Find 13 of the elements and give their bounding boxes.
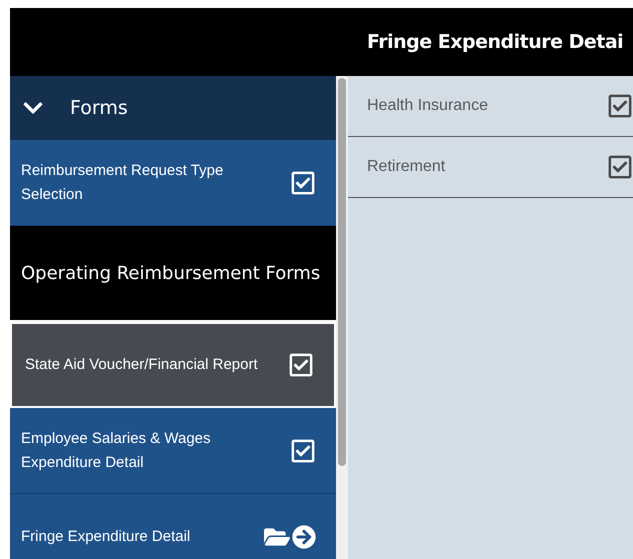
- sidebar-item[interactable]: Reimbursement Request Type Selection: [10, 140, 336, 226]
- row-label: Retirement: [367, 158, 446, 176]
- row-label: Health Insurance: [367, 97, 488, 115]
- page-title: Fringe Expenditure Detai: [367, 31, 624, 53]
- list-row[interactable]: Retirement: [348, 137, 633, 198]
- forms-header[interactable]: Forms: [10, 76, 336, 140]
- sidebar-item[interactable]: State Aid Voucher/Financial Report: [10, 322, 336, 408]
- section-heading: Operating Reimbursement Forms: [10, 226, 336, 322]
- sidebar-item[interactable]: Employee Salaries & Wages Expenditure Detail: [10, 408, 336, 494]
- list-row[interactable]: Health Insurance: [348, 76, 633, 137]
- sidebar-item[interactable]: Fringe Expenditure Detail: [10, 494, 336, 559]
- arrow-icon[interactable]: [292, 524, 316, 548]
- scrollbar-thumb[interactable]: [338, 78, 346, 466]
